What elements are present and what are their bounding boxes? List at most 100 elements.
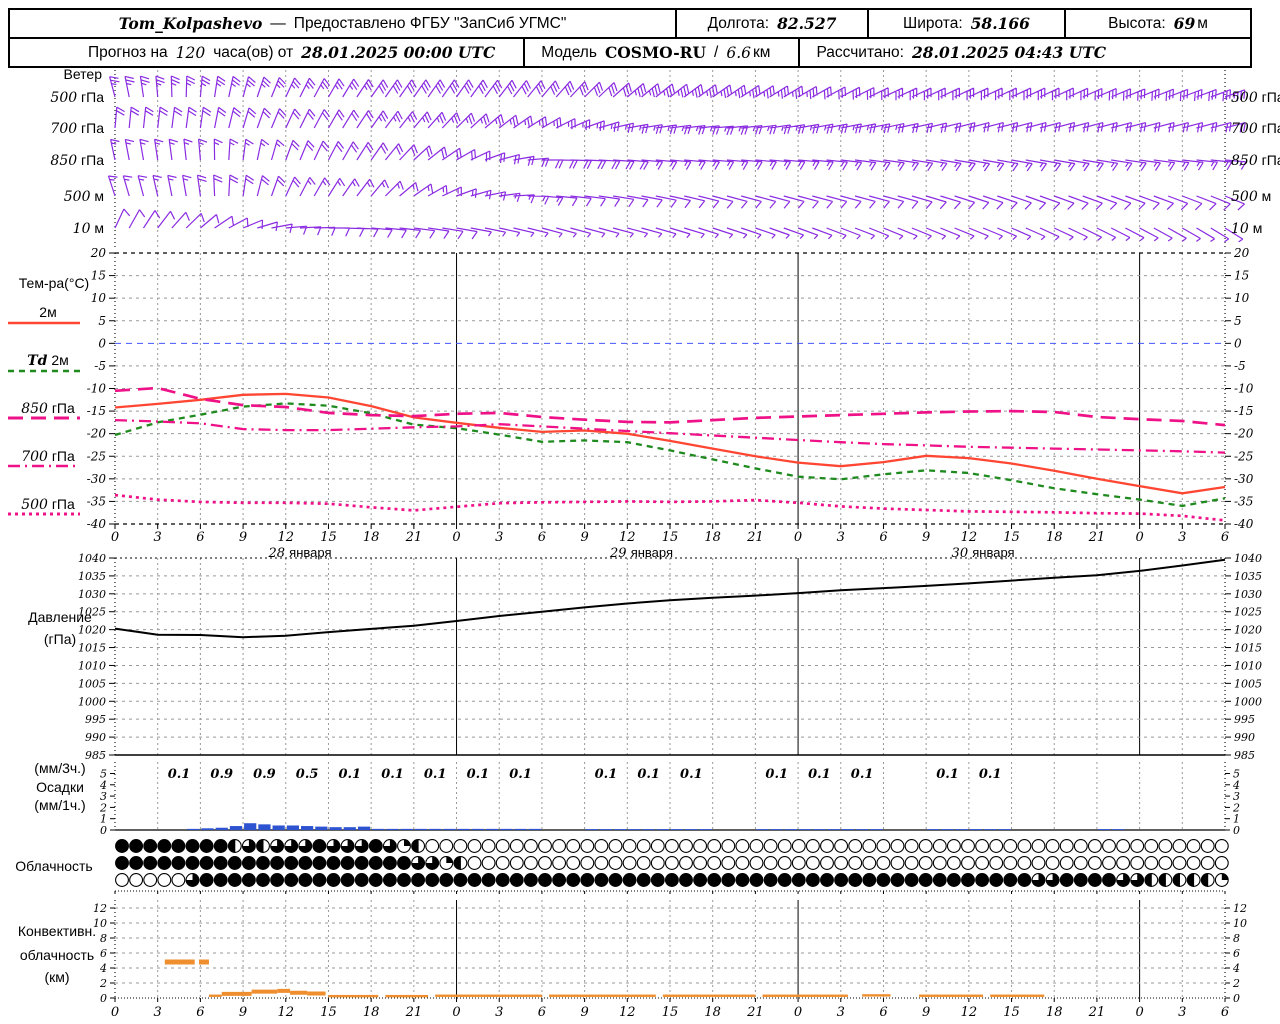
svg-text:0.1: 0.1 <box>595 767 618 782</box>
legend-500hpa-label: 500 гПа <box>21 496 75 513</box>
svg-text:0.1: 0.1 <box>424 767 447 782</box>
svg-text:1025: 1025 <box>1234 606 1262 619</box>
precip-bar <box>870 829 883 830</box>
cloud-okta <box>1017 873 1032 887</box>
cloud-okta <box>270 873 285 887</box>
cloud-okta <box>467 856 482 870</box>
precip-bar <box>528 828 541 830</box>
cloud-okta <box>439 873 454 887</box>
cloud-okta <box>1059 873 1074 887</box>
cloud-okta <box>143 839 158 853</box>
svg-text:12: 12 <box>961 1005 978 1020</box>
wind-level-700hpa-label-right: 700 гПа <box>1231 120 1280 137</box>
precip-bar <box>372 828 385 830</box>
cloud-okta <box>1017 856 1032 870</box>
svg-text:0: 0 <box>794 1005 802 1020</box>
precip-panel-title: Осадки <box>36 779 84 795</box>
conv-panel-title-2: облачность <box>19 947 95 963</box>
cloud-okta <box>1200 839 1215 853</box>
precip-bar <box>685 829 698 830</box>
svg-text:0: 0 <box>1135 530 1143 545</box>
cloud-okta <box>213 873 228 887</box>
legend-850hpa-label: 850 гПа <box>21 400 75 417</box>
precip-bar <box>927 829 940 830</box>
cloud-okta <box>312 856 327 870</box>
cloud-okta <box>580 839 595 853</box>
wind-level-500m-label-left: 500 м <box>63 188 104 205</box>
svg-text:8: 8 <box>1233 932 1240 945</box>
svg-text:3: 3 <box>154 530 162 545</box>
svg-text:-25: -25 <box>1234 449 1253 463</box>
svg-text:6: 6 <box>196 1005 204 1020</box>
precip-bar <box>856 829 869 830</box>
cloud-okta <box>157 839 172 853</box>
svg-text:5: 5 <box>98 314 106 328</box>
svg-text:-40: -40 <box>87 517 107 531</box>
cloud-okta <box>679 856 693 870</box>
svg-text:1040: 1040 <box>1234 552 1262 565</box>
cloud-okta <box>270 856 285 870</box>
wind-level-500m-label-right: 500 м <box>1231 188 1272 205</box>
cloud-okta <box>368 856 383 870</box>
precip-bar <box>699 829 712 830</box>
cloud-okta <box>397 856 411 870</box>
cloud-okta <box>1130 839 1145 853</box>
cloud-okta <box>354 856 369 870</box>
svg-text:15: 15 <box>320 530 337 545</box>
cloud-okta <box>354 873 369 887</box>
conv-cloud-bar <box>549 994 656 997</box>
svg-text:1005: 1005 <box>78 677 106 690</box>
cloud-okta <box>1003 873 1018 887</box>
precip-bar <box>599 829 613 830</box>
svg-text:15: 15 <box>662 530 679 545</box>
cloud-okta <box>721 856 736 870</box>
svg-text:30 января: 30 января <box>952 545 1015 561</box>
cloud-okta <box>580 873 595 887</box>
cloud-okta <box>523 873 538 887</box>
cloud-okta <box>298 873 313 887</box>
svg-text:2: 2 <box>1232 977 1240 990</box>
svg-text:0.1: 0.1 <box>765 767 788 782</box>
cloud-okta <box>368 873 383 887</box>
svg-text:-20: -20 <box>1234 427 1254 441</box>
svg-text:12: 12 <box>277 1005 294 1020</box>
precip-bar <box>841 829 854 830</box>
precip-bar <box>244 823 257 830</box>
cloud-okta <box>284 873 299 887</box>
svg-text:1000: 1000 <box>78 695 106 708</box>
cloud-okta <box>946 856 961 870</box>
svg-text:0.1: 0.1 <box>851 767 874 782</box>
svg-text:5: 5 <box>1234 314 1242 328</box>
cloud-okta <box>1017 839 1032 853</box>
cloud-okta <box>834 873 849 887</box>
precip-bar <box>457 828 470 830</box>
cloud-okta <box>1045 839 1060 853</box>
precip-bar <box>329 827 342 830</box>
cloud-okta <box>763 873 778 887</box>
cloud-okta <box>749 856 764 870</box>
svg-text:9: 9 <box>922 530 930 545</box>
cloud-okta <box>805 856 820 870</box>
precip-bar <box>386 828 399 830</box>
cloud-okta <box>679 839 693 853</box>
cloud-okta <box>876 839 891 853</box>
svg-text:12: 12 <box>961 530 978 545</box>
cloud-okta <box>241 856 256 870</box>
svg-text:12: 12 <box>619 1005 636 1020</box>
cloud-okta <box>777 856 792 870</box>
cloud-okta <box>509 856 524 870</box>
cloud-okta <box>693 873 708 887</box>
cloud-okta <box>157 856 172 870</box>
cloud-okta <box>707 839 722 853</box>
precip-bar <box>215 827 228 830</box>
cloud-okta <box>1059 839 1074 853</box>
meteogram-chart: 20 2015 1510 105 50 0-5 -5-10 -10-15 -15-20 -20-2… <box>8 70 1262 1020</box>
cloud-okta <box>298 856 313 870</box>
svg-text:0: 0 <box>111 1005 119 1020</box>
wind-barb-row-500гПа <box>109 75 1246 102</box>
cloud-okta <box>115 839 129 853</box>
svg-text:6: 6 <box>1221 530 1229 545</box>
cloud-okta <box>862 873 877 887</box>
svg-text:21: 21 <box>1088 530 1106 545</box>
cloud-okta <box>213 856 228 870</box>
